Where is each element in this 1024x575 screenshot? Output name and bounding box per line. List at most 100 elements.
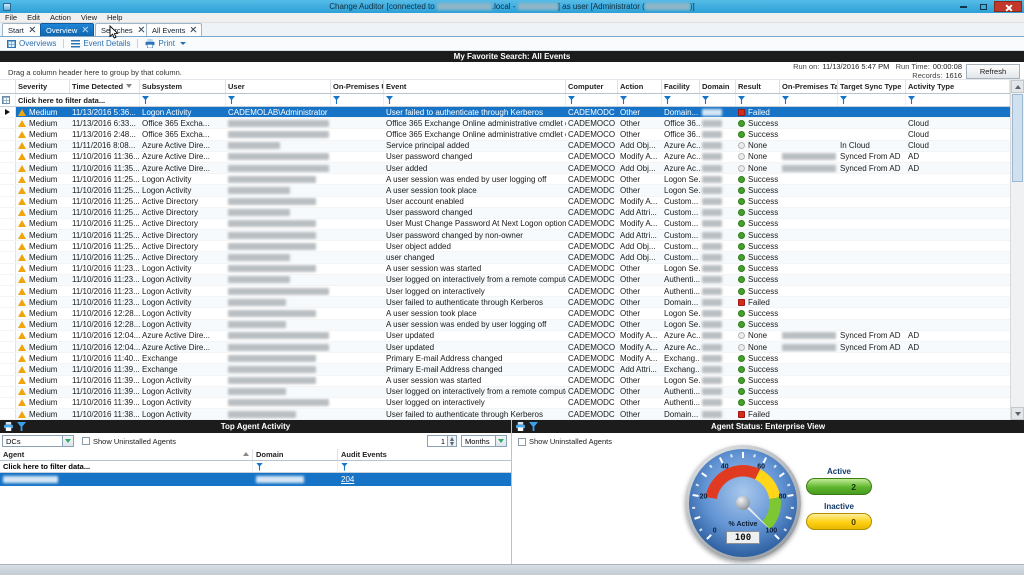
- column-header-opt[interactable]: On-Premises Target: [780, 80, 838, 93]
- column-header-sub[interactable]: Subsystem: [140, 80, 226, 93]
- tab-start[interactable]: Start: [2, 23, 41, 36]
- print-button[interactable]: Print: [138, 37, 192, 50]
- table-row[interactable]: Medium11/10/2016 12:28...Logon ActivityA…: [0, 320, 1010, 331]
- vertical-scrollbar[interactable]: [1010, 80, 1024, 420]
- period-value-stepper[interactable]: 1: [427, 435, 457, 447]
- filter-panel-icon[interactable]: [17, 422, 26, 431]
- table-row[interactable]: Medium11/13/2016 5:36...Logon ActivityCA…: [0, 107, 1010, 118]
- filter-hint-cell[interactable]: Click here to filter data...: [16, 94, 140, 106]
- table-row[interactable]: Medium11/10/2016 11:39...ExchangePrimary…: [0, 364, 1010, 375]
- column-header-domain[interactable]: Domain: [253, 449, 338, 460]
- scrollbar-thumb[interactable]: [1012, 94, 1023, 182]
- table-row[interactable]: Medium11/10/2016 11:40...ExchangePrimary…: [0, 353, 1010, 364]
- chevron-down-icon[interactable]: [62, 436, 73, 446]
- scroll-down-arrow[interactable]: [1011, 407, 1024, 420]
- stepper-down-icon[interactable]: [448, 441, 456, 446]
- column-header-dom[interactable]: Domain: [700, 80, 736, 93]
- filter-cell-user[interactable]: [226, 94, 331, 106]
- agent-scope-select[interactable]: DCs: [2, 435, 74, 447]
- chevron-down-icon[interactable]: [495, 436, 506, 446]
- table-row[interactable]: Medium11/10/2016 11:23...Logon ActivityU…: [0, 275, 1010, 286]
- filter-cell-opt[interactable]: [780, 94, 838, 106]
- table-row[interactable]: Medium11/10/2016 11:25...Logon ActivityA…: [0, 174, 1010, 185]
- close-button[interactable]: [994, 1, 1022, 12]
- filter-cell-tst[interactable]: [838, 94, 906, 106]
- tab-searches[interactable]: Searches: [95, 23, 150, 36]
- refresh-button[interactable]: Refresh: [966, 64, 1020, 79]
- column-header-user[interactable]: User: [226, 80, 331, 93]
- table-row[interactable]: Medium11/10/2016 11:25...Active Director…: [0, 219, 1010, 230]
- table-row[interactable]: Medium11/10/2016 11:39...Logon ActivityU…: [0, 398, 1010, 409]
- scroll-up-arrow[interactable]: [1011, 80, 1024, 93]
- table-row[interactable]: Medium11/10/2016 11:38...Logon ActivityU…: [0, 409, 1010, 420]
- audit-events-link[interactable]: 204: [341, 475, 354, 484]
- tab-overview[interactable]: Overview: [40, 23, 94, 36]
- column-header-res[interactable]: Result: [736, 80, 780, 93]
- agent-row[interactable]: 204: [0, 473, 511, 486]
- table-row[interactable]: Medium11/10/2016 11:23...Logon ActivityU…: [0, 297, 1010, 308]
- table-row[interactable]: Medium11/10/2016 11:25...Active Director…: [0, 197, 1010, 208]
- agent-filter-cell[interactable]: Click here to filter data...: [0, 461, 253, 472]
- event-details-button[interactable]: Event Details: [64, 37, 137, 50]
- table-row[interactable]: Medium11/10/2016 11:25...Active Director…: [0, 252, 1010, 263]
- filter-cell-dom[interactable]: [700, 94, 736, 106]
- filter-cell-at[interactable]: [906, 94, 1010, 106]
- filter-indicator-cell[interactable]: [0, 94, 16, 106]
- filter-cell-res[interactable]: [736, 94, 780, 106]
- filter-cell-opu[interactable]: [331, 94, 384, 106]
- show-uninstalled-checkbox[interactable]: [518, 438, 526, 446]
- maximize-button[interactable]: [974, 1, 993, 12]
- table-row[interactable]: Medium11/10/2016 11:25...Active Director…: [0, 208, 1010, 219]
- table-row[interactable]: Medium11/13/2016 6:33...Office 365 Excha…: [0, 118, 1010, 129]
- filter-cell-sub[interactable]: [140, 94, 226, 106]
- menu-action[interactable]: Action: [45, 13, 76, 22]
- filter-panel-icon[interactable]: [529, 422, 538, 431]
- column-header-comp[interactable]: Computer: [566, 80, 618, 93]
- filter-cell-fac[interactable]: [662, 94, 700, 106]
- minimize-button[interactable]: [954, 1, 973, 12]
- filter-cell-act[interactable]: [618, 94, 662, 106]
- overviews-button[interactable]: Overviews: [0, 37, 63, 50]
- table-row[interactable]: Medium11/10/2016 11:25...Active Director…: [0, 241, 1010, 252]
- filter-cell-comp[interactable]: [566, 94, 618, 106]
- print-panel-icon[interactable]: [516, 422, 525, 431]
- tab-close-icon[interactable]: [29, 27, 35, 33]
- column-header-time[interactable]: Time Detected: [70, 80, 140, 93]
- print-panel-icon[interactable]: [4, 422, 13, 431]
- column-header-agent[interactable]: Agent: [0, 449, 253, 460]
- table-row[interactable]: Medium11/10/2016 12:04...Azure Active Di…: [0, 331, 1010, 342]
- tab-close-icon[interactable]: [190, 27, 196, 33]
- column-header-tst[interactable]: Target Sync Type: [838, 80, 906, 93]
- menu-edit[interactable]: Edit: [22, 13, 45, 22]
- table-row[interactable]: Medium11/13/2016 2:48...Office 365 Excha…: [0, 129, 1010, 140]
- table-row[interactable]: Medium11/11/2016 8:08...Azure Active Dir…: [0, 141, 1010, 152]
- table-row[interactable]: Medium11/10/2016 12:28...Logon ActivityA…: [0, 308, 1010, 319]
- column-header-act[interactable]: Action: [618, 80, 662, 93]
- table-row[interactable]: Medium11/10/2016 11:23...Logon ActivityU…: [0, 286, 1010, 297]
- table-row[interactable]: Medium11/10/2016 11:25...Active Director…: [0, 230, 1010, 241]
- audit-events-filter-cell[interactable]: [338, 461, 508, 472]
- table-row[interactable]: Medium11/10/2016 11:35...Azure Active Di…: [0, 163, 1010, 174]
- column-header-fac[interactable]: Facility: [662, 80, 700, 93]
- table-row[interactable]: Medium11/10/2016 11:23...Logon ActivityA…: [0, 264, 1010, 275]
- column-header-event[interactable]: Event: [384, 80, 566, 93]
- column-header-at[interactable]: Activity Type: [906, 80, 1010, 93]
- table-row[interactable]: Medium11/10/2016 11:36...Azure Active Di…: [0, 152, 1010, 163]
- menu-help[interactable]: Help: [102, 13, 127, 22]
- menu-file[interactable]: File: [0, 13, 22, 22]
- domain-filter-cell[interactable]: [253, 461, 338, 472]
- tab-close-icon[interactable]: [82, 27, 88, 33]
- period-unit-select[interactable]: Months: [461, 435, 507, 447]
- table-row[interactable]: Medium11/10/2016 11:39...Logon ActivityA…: [0, 376, 1010, 387]
- filter-cell-event[interactable]: [384, 94, 566, 106]
- column-header-sev[interactable]: Severity: [16, 80, 70, 93]
- table-row[interactable]: Medium11/10/2016 12:04...Azure Active Di…: [0, 342, 1010, 353]
- show-uninstalled-checkbox[interactable]: [82, 437, 90, 445]
- tab-close-icon[interactable]: [138, 27, 144, 33]
- column-header-opu[interactable]: On-Premises User: [331, 80, 384, 93]
- tab-all-events[interactable]: All Events: [146, 23, 202, 36]
- table-row[interactable]: Medium11/10/2016 11:39...Logon ActivityU…: [0, 387, 1010, 398]
- table-row[interactable]: Medium11/10/2016 11:25...Logon ActivityA…: [0, 185, 1010, 196]
- column-header-audit-events[interactable]: Audit Events: [338, 449, 508, 460]
- menu-view[interactable]: View: [76, 13, 102, 22]
